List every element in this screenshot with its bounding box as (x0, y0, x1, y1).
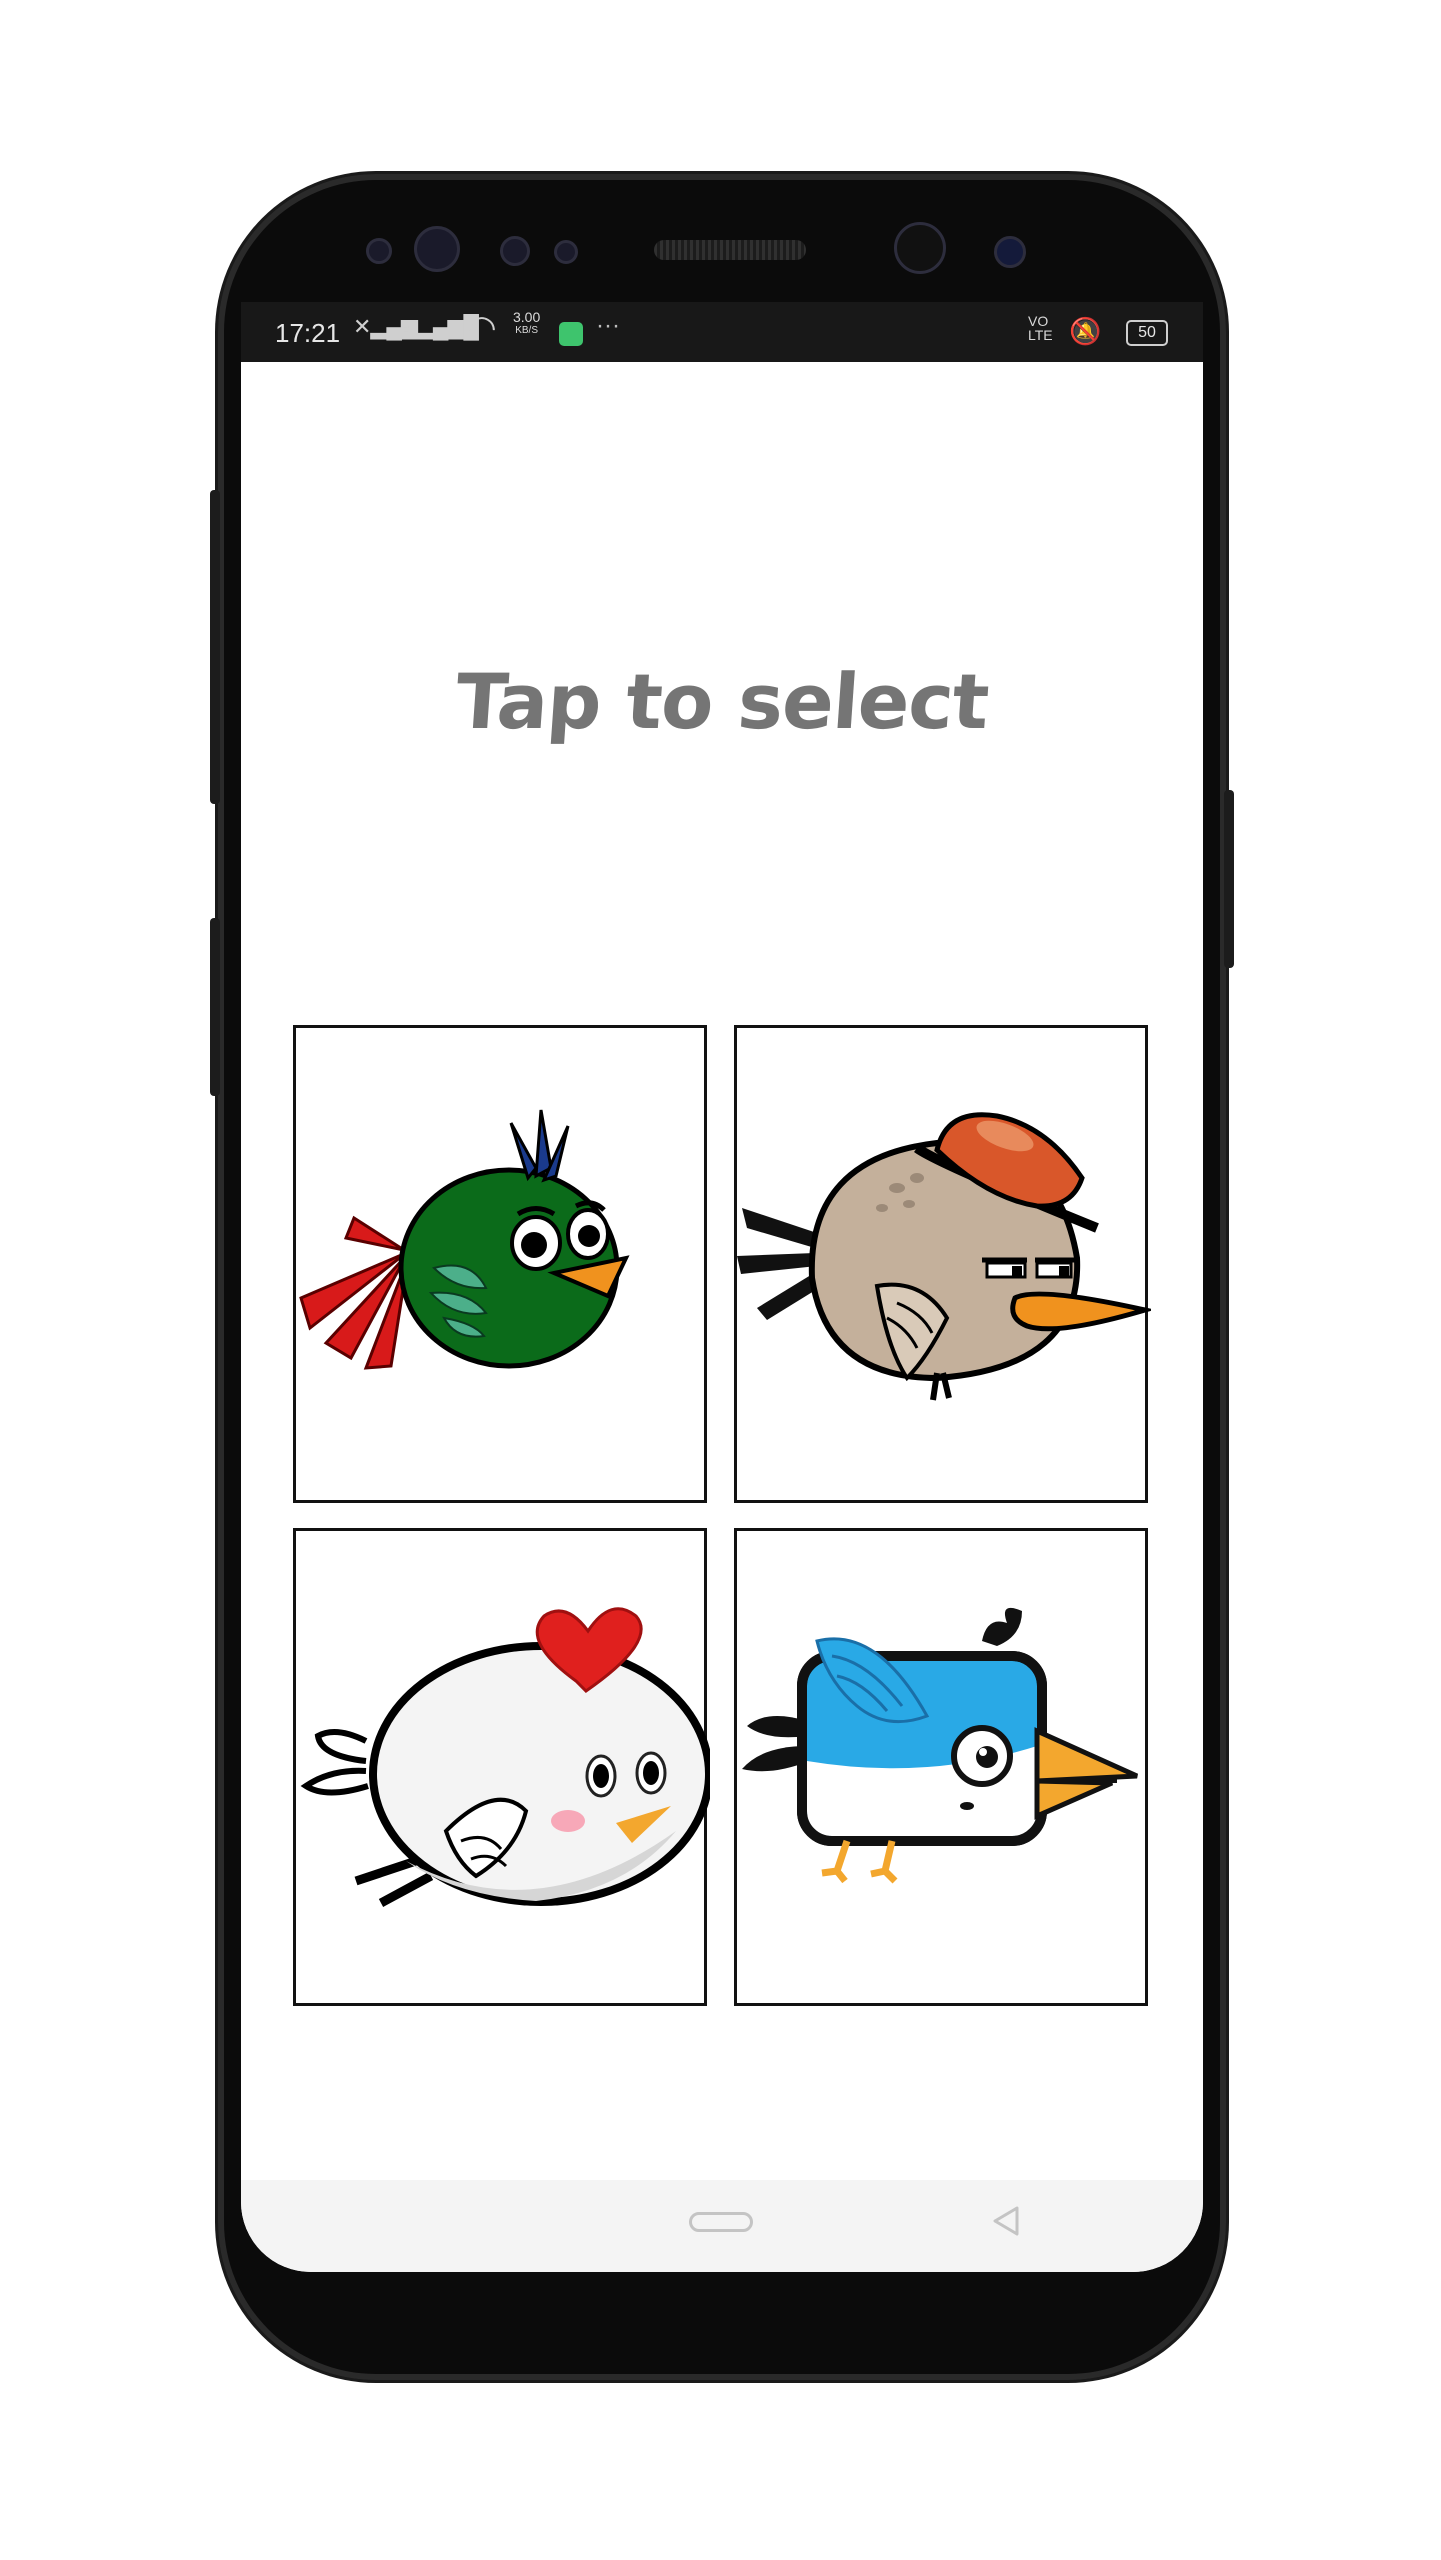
power-button[interactable] (1224, 790, 1234, 968)
light-sensor-icon (554, 240, 578, 264)
page-title: Tap to select (452, 657, 992, 746)
network-speed-value: 3.00 (513, 309, 541, 325)
roaming-indicator: R (401, 324, 413, 341)
system-nav-bar (241, 2180, 1203, 2272)
secondary-sensor-icon (994, 236, 1026, 268)
character-card-green-bird[interactable] (293, 1025, 707, 1503)
volte-indicator: VO LTE (1028, 313, 1053, 343)
battery-icon: 50 (1126, 320, 1168, 346)
front-camera-icon (894, 222, 946, 274)
back-arrow-icon[interactable] (989, 2204, 1023, 2238)
character-card-heart-bird[interactable] (293, 1528, 710, 2006)
wifi-icon: ◠ (467, 309, 497, 347)
volume-button[interactable] (210, 490, 220, 804)
network-speed: 3.00 KB/S (513, 310, 540, 338)
network-speed-unit: KB/S (515, 325, 539, 336)
green-bird-icon (299, 1109, 630, 1370)
iris-sensor-icon (414, 226, 460, 272)
bixby-button[interactable] (210, 918, 220, 1096)
more-notifications-icon: ··· (596, 312, 620, 339)
character-card-hat-bird[interactable] (734, 1025, 1151, 1503)
mute-bell-icon: 🔕 (1069, 316, 1102, 346)
heart-bird-icon (300, 1607, 710, 1907)
character-card-blue-bird[interactable] (734, 1528, 1148, 2006)
hat-bird-icon (737, 1112, 1151, 1401)
blue-bird-icon (742, 1607, 1139, 1884)
app-screen: 17:21 ✕▂▄▆ R ▂▄▆█ ◠ 3.00 KB/S ··· VO LTE… (241, 302, 1203, 2272)
front-sensor-icon (366, 238, 392, 264)
home-button[interactable] (689, 2212, 753, 2232)
notification-app-icon (559, 322, 583, 346)
earpiece-speaker (654, 240, 806, 260)
proximity-sensor-icon (500, 236, 530, 266)
clock: 17:21 (275, 318, 341, 348)
status-bar: 17:21 ✕▂▄▆ R ▂▄▆█ ◠ 3.00 KB/S ··· VO LTE… (241, 302, 1203, 362)
